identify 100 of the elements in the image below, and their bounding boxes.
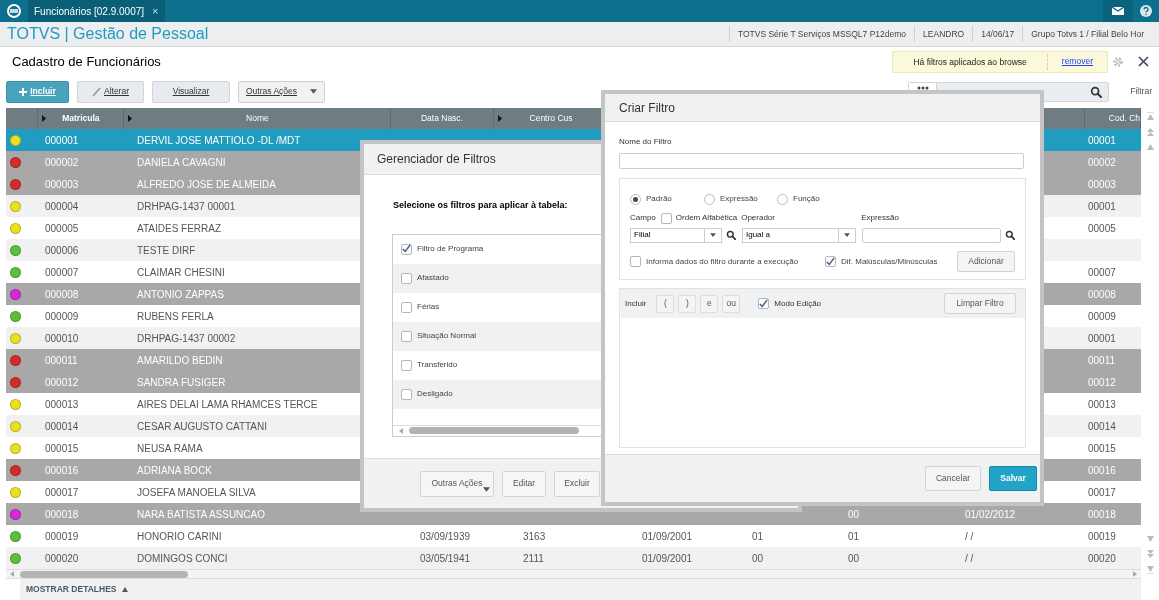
checkbox[interactable] <box>630 256 641 267</box>
scroll-bottom-icon[interactable] <box>1146 566 1154 574</box>
table-cell-text: ATAIDES FERRAZ <box>137 221 222 236</box>
name-input-field[interactable] <box>619 153 1024 169</box>
search-icon[interactable] <box>726 230 736 240</box>
scrollbar-thumb[interactable] <box>409 427 579 434</box>
table-cell-text: 00016 <box>1088 463 1116 478</box>
search-icon[interactable] <box>1090 85 1103 98</box>
clear-filter-button[interactable]: Limpar Filtro <box>944 293 1016 314</box>
table-cell-text: 000003 <box>45 177 79 192</box>
operator-button[interactable]: ( <box>656 294 675 313</box>
checkbox[interactable] <box>401 301 412 313</box>
table-cell-text: 000004 <box>45 199 79 214</box>
table-cell-text: DRHPAG-1437 00002 <box>137 331 236 346</box>
remove-link[interactable]: remover <box>1047 55 1107 68</box>
select-field[interactable]: Filial <box>630 227 722 243</box>
table-cell-text: 00015 <box>1088 441 1116 456</box>
scroll-top-icon[interactable] <box>1146 112 1154 120</box>
table-cell-text: 00 <box>848 507 860 522</box>
table-cell-text: 00001 <box>1088 199 1116 214</box>
table-cell-text: DOMINGOS CONCI <box>137 551 228 566</box>
scroll-left-icon[interactable] <box>399 427 403 434</box>
table-cell-text: 00019 <box>1088 529 1116 544</box>
checkbox[interactable] <box>401 272 412 284</box>
checkbox-option[interactable]: Dif. Maiúsculas/Minúsculas <box>825 255 957 268</box>
checkbox[interactable] <box>660 212 672 224</box>
logo-icon[interactable] <box>7 4 21 18</box>
table-cell-text: 000012 <box>45 375 79 390</box>
caret-icon <box>483 486 490 492</box>
operator-button[interactable]: ou <box>722 294 741 313</box>
table-cell-text: HONORIO CARINI <box>137 529 222 544</box>
operator-button[interactable]: e <box>700 294 719 313</box>
expression-input-field[interactable] <box>862 227 1001 243</box>
dialog-button[interactable]: Excluir <box>554 470 600 497</box>
expand-up-icon[interactable] <box>121 587 128 592</box>
dialog-button[interactable]: Editar <box>502 470 546 497</box>
details-toggle[interactable]: MOSTRAR DETALHES <box>26 583 117 596</box>
table-cell-text: ADRIANA BOCK <box>137 463 213 478</box>
table-cell-text: 00018 <box>1088 507 1116 522</box>
radio-button[interactable] <box>704 193 715 205</box>
radio-option[interactable]: Padrão <box>630 193 704 205</box>
close-tab-button[interactable]: × <box>152 2 159 20</box>
table-cell-text: 00009 <box>1088 309 1116 324</box>
mail-icon[interactable] <box>1112 7 1124 15</box>
table-cell-text: 00 <box>752 551 764 566</box>
caret-icon <box>310 89 317 94</box>
table-cell-text: NARA BATISTA ASSUNCAO <box>137 507 265 522</box>
page-down-icon[interactable] <box>1146 550 1154 558</box>
scroll-down-icon[interactable] <box>1146 536 1154 542</box>
checkbox[interactable] <box>401 359 412 371</box>
checkbox[interactable] <box>825 256 836 267</box>
header-info: LEANDRO <box>914 26 973 42</box>
table-cell-text: 000005 <box>45 221 79 236</box>
scroll-up-icon[interactable] <box>1146 144 1154 150</box>
checkbox[interactable] <box>401 388 412 400</box>
field-label: Nome do Filtro <box>619 136 673 148</box>
sort-arrow-icon[interactable] <box>42 115 47 122</box>
table-cell-text: 3163 <box>523 529 546 544</box>
help-icon[interactable] <box>1140 5 1152 17</box>
dialog-button[interactable]: Outras Ações <box>420 470 494 497</box>
radio-option[interactable]: Expressão <box>704 193 777 205</box>
sort-arrow-icon[interactable] <box>128 115 133 122</box>
toolbar-button[interactable]: Outras Ações <box>238 80 325 103</box>
alphabetical-option[interactable]: Ordem Alfabética <box>660 212 738 224</box>
checkbox-option[interactable]: Informa dados do filtro durante a execução <box>630 255 825 268</box>
radio-button[interactable] <box>777 193 788 205</box>
close-icon[interactable] <box>1138 56 1149 67</box>
app-tab[interactable]: Funcionários [02.9.0007] × <box>28 0 165 22</box>
table-cell-text: ALFREDO JOSE DE ALMEIDA <box>137 177 276 192</box>
search-icon[interactable] <box>1005 230 1015 240</box>
checkbox-option[interactable]: Modo Edição <box>758 297 822 310</box>
dialog-button[interactable]: Cancelar <box>925 466 981 491</box>
checkbox[interactable] <box>401 330 412 342</box>
select-field[interactable]: Igual a <box>742 227 856 243</box>
table-row[interactable]: 000020 DOMINGOS CONCI 03/05/1941 2111 01/09/2001 00 00 / / 00020 <box>6 547 1141 569</box>
table-cell-text: 000008 <box>45 287 79 302</box>
page-up-icon[interactable] <box>1146 128 1154 136</box>
scroll-right-icon[interactable] <box>1133 571 1137 577</box>
operator-button[interactable]: ) <box>678 294 697 313</box>
radio-button[interactable] <box>630 193 641 205</box>
more-icon[interactable] <box>916 85 929 90</box>
table-cell-text: 000016 <box>45 463 79 478</box>
filter-label[interactable]: Filtrar <box>1130 85 1152 98</box>
table-cell-text: 03/09/1939 <box>420 529 471 544</box>
table-cell-text: 000017 <box>45 485 79 500</box>
table-cell-text: CLAIMAR CHESINI <box>137 265 225 280</box>
scrollbar-thumb[interactable] <box>20 570 188 578</box>
toolbar-button[interactable]: Alterar <box>77 80 144 103</box>
sort-arrow-icon[interactable] <box>497 115 502 122</box>
table-cell-text: 00 <box>848 551 860 566</box>
scroll-left-icon[interactable] <box>10 571 14 577</box>
checkbox[interactable] <box>758 298 770 309</box>
settings-icon[interactable] <box>1112 55 1124 68</box>
toolbar-button[interactable]: Visualizar <box>152 80 230 103</box>
checkbox[interactable] <box>401 243 412 255</box>
table-cell-text: 000001 <box>45 133 79 148</box>
table-cell-text: 00005 <box>1088 221 1116 236</box>
radio-option[interactable]: Função <box>777 193 837 205</box>
add-button[interactable]: Adicionar <box>957 251 1015 272</box>
field-label: Campo <box>630 212 656 224</box>
